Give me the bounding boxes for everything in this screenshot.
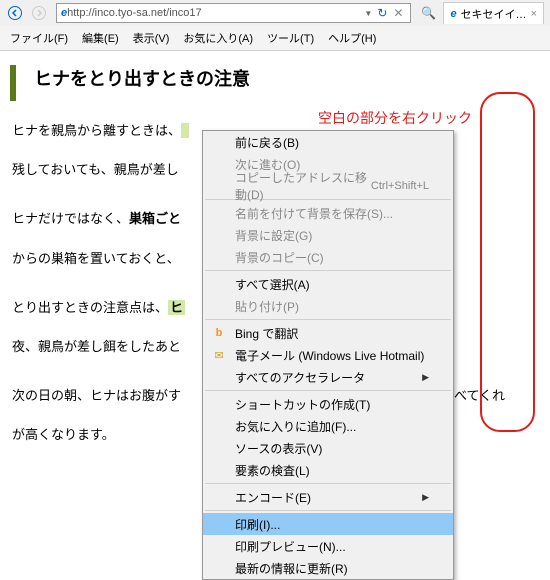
annotation-text: 空白の部分を右クリック	[318, 108, 472, 128]
mail-icon: ✉	[211, 347, 227, 363]
bing-icon: b	[211, 325, 227, 341]
cm-inspect-element[interactable]: 要素の検査(L)	[203, 459, 453, 481]
cm-back[interactable]: 前に戻る(B)	[203, 131, 453, 153]
cm-set-bg: 背景に設定(G)	[203, 224, 453, 246]
arrow-right-icon	[32, 6, 46, 20]
menu-view[interactable]: 表示(V)	[127, 28, 176, 48]
menu-favorites[interactable]: お気に入り(A)	[177, 28, 259, 48]
stop-icon[interactable]: ✕	[390, 6, 406, 20]
cm-bing-translate[interactable]: bBing で翻訳	[203, 322, 453, 344]
menu-bar: ファイル(F) 編集(E) 表示(V) お気に入り(A) ツール(T) ヘルプ(…	[0, 26, 550, 50]
cm-separator	[205, 270, 451, 271]
cm-encoding[interactable]: エンコード(E)▶	[203, 486, 453, 508]
browser-tab[interactable]: e セキセイイ… ×	[443, 2, 544, 24]
menu-file[interactable]: ファイル(F)	[4, 28, 74, 48]
tab-title: セキセイイ…	[461, 6, 527, 22]
cm-separator	[205, 319, 451, 320]
cm-email[interactable]: ✉電子メール (Windows Live Hotmail)	[203, 344, 453, 366]
chevron-right-icon: ▶	[422, 372, 429, 383]
menu-help[interactable]: ヘルプ(H)	[322, 28, 382, 48]
title-accent	[10, 65, 16, 101]
menu-edit[interactable]: 編集(E)	[76, 28, 125, 48]
cm-separator	[205, 510, 451, 511]
cm-add-favorites[interactable]: お気に入りに追加(F)...	[203, 415, 453, 437]
cm-select-all[interactable]: すべて選択(A)	[203, 273, 453, 295]
cm-goto-copied: コピーしたアドレスに移動(D)Ctrl+Shift+L	[203, 175, 453, 197]
forward-button	[28, 2, 50, 24]
refresh-icon[interactable]: ↻	[374, 6, 390, 20]
chevron-right-icon: ▶	[422, 492, 429, 503]
url-dropdown-icon[interactable]: ▼	[362, 9, 374, 18]
cm-shortcut-hint: Ctrl+Shift+L	[371, 180, 429, 192]
annotation-oval	[480, 92, 535, 432]
menu-tools[interactable]: ツール(T)	[261, 28, 320, 48]
cm-create-shortcut[interactable]: ショートカットの作成(T)	[203, 393, 453, 415]
cm-save-bg: 名前を付けて背景を保存(S)...	[203, 202, 453, 224]
tab-favicon: e	[450, 8, 456, 20]
search-icon[interactable]: 🔍	[417, 3, 439, 23]
context-menu: 前に戻る(B) 次に進む(O) コピーしたアドレスに移動(D)Ctrl+Shif…	[202, 130, 454, 580]
cm-separator	[205, 390, 451, 391]
arrow-left-icon	[8, 6, 22, 20]
cm-view-source[interactable]: ソースの表示(V)	[203, 437, 453, 459]
cm-separator	[205, 483, 451, 484]
url-input[interactable]	[67, 7, 362, 19]
cm-accelerators[interactable]: すべてのアクセラレータ▶	[203, 366, 453, 388]
cm-refresh[interactable]: 最新の情報に更新(R)	[203, 557, 453, 579]
cm-copy-bg: 背景のコピー(C)	[203, 246, 453, 268]
page-title: ヒナをとり出すときの注意	[22, 65, 540, 91]
cm-print-preview[interactable]: 印刷プレビュー(N)...	[203, 535, 453, 557]
back-button[interactable]	[4, 2, 26, 24]
cm-paste: 貼り付け(P)	[203, 295, 453, 317]
tab-close-icon[interactable]: ×	[531, 8, 537, 20]
address-bar[interactable]: e ▼ ↻ ✕	[56, 3, 411, 23]
